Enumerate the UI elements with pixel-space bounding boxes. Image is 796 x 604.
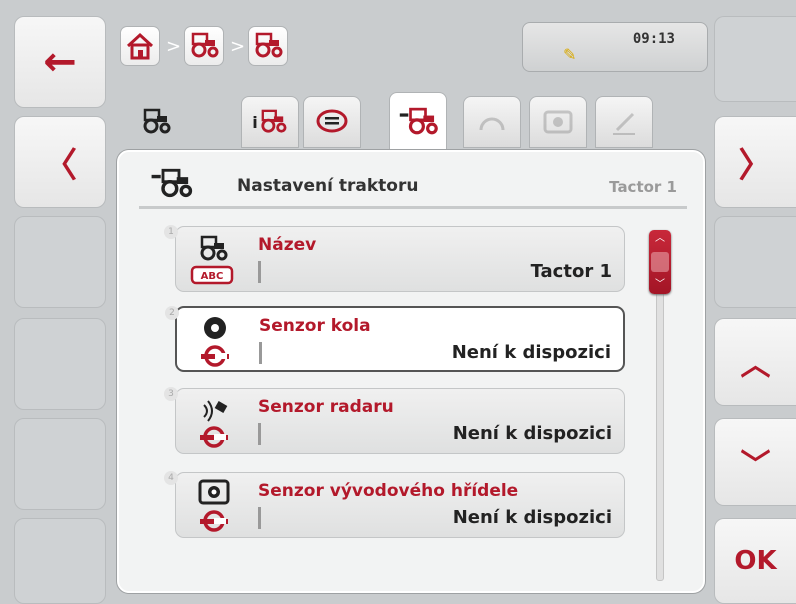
pto-icon: [543, 110, 573, 134]
back-button[interactable]: ←: [14, 16, 106, 108]
tractor-icon: [143, 108, 171, 134]
panel-header: Nastavení traktoru Tactor 1: [139, 166, 687, 209]
tractor-breadcrumb[interactable]: [184, 26, 224, 66]
header-bar: > > ✎ 09:13: [110, 14, 710, 84]
list-item-wheel-sensor[interactable]: 2 Senzor kola Není k dispozici: [165, 306, 625, 372]
tab-tractor-info[interactable]: i: [241, 96, 299, 148]
tractor-name-label: Tactor 1: [609, 178, 677, 196]
left-softkey-5[interactable]: [14, 418, 106, 510]
connection-icon: ✎: [563, 45, 577, 64]
row-label: Název: [258, 235, 317, 255]
left-softkey-4[interactable]: [14, 318, 106, 410]
tab-tractor[interactable]: [127, 96, 185, 148]
tractor-settings-icon: [151, 168, 193, 198]
row-label: Senzor vývodového hřídele: [258, 481, 519, 501]
row-value: Není k dispozici: [452, 423, 612, 444]
scroll-up-mark-icon: ︿: [655, 233, 665, 244]
tab-gauge[interactable]: [463, 96, 521, 148]
tractor-icon: [261, 109, 287, 133]
ok-button[interactable]: OK: [714, 518, 796, 604]
list-item-radar-sensor[interactable]: 3 Senzor radaru Není k dispozici: [164, 387, 625, 454]
speech-bubble-icon: [316, 109, 348, 133]
scroll-down-button[interactable]: ﹀: [714, 418, 796, 506]
breadcrumb-separator: >: [166, 36, 182, 57]
row-value: Není k dispozici: [452, 507, 612, 528]
left-softkey-3[interactable]: [14, 216, 106, 308]
right-softkey-3[interactable]: [714, 216, 796, 308]
tractor-settings-icon: [399, 107, 438, 135]
tab-edit[interactable]: [595, 96, 653, 148]
right-softkey-1[interactable]: [714, 16, 796, 102]
row-number: 4: [164, 471, 178, 485]
back-arrow-icon: ←: [43, 39, 77, 85]
svg-text:ABC: ABC: [201, 271, 224, 282]
pencil-icon: [613, 112, 635, 135]
scroll-down-mark-icon: ﹀: [655, 279, 665, 290]
tractor-settings-breadcrumb[interactable]: [248, 26, 288, 66]
ok-label: OK: [734, 546, 777, 576]
next-button[interactable]: 〉: [714, 116, 796, 208]
previous-button[interactable]: 〈: [14, 116, 106, 208]
radar-sensor-icon: [186, 395, 242, 449]
tab-pto[interactable]: [529, 96, 587, 148]
row-value: Tactor 1: [530, 261, 612, 282]
page-title: Nastavení traktoru: [237, 176, 419, 196]
row-divider: [258, 423, 261, 445]
home-breadcrumb[interactable]: [120, 26, 160, 66]
status-clock: ✎ 09:13: [522, 22, 708, 72]
tab-comments[interactable]: [303, 96, 361, 148]
tab-tractor-settings[interactable]: [389, 92, 447, 152]
pto-sensor-icon: [186, 479, 242, 533]
row-value: Není k dispozici: [451, 342, 611, 363]
row-divider: [258, 507, 261, 529]
clock-time: 09:13: [632, 31, 675, 47]
row-number: 3: [164, 387, 178, 401]
tractor-icon: [191, 32, 219, 58]
tab-bar: i: [117, 88, 709, 152]
list-item-pto-sensor[interactable]: 4 Senzor vývodového hřídele Není k dispo…: [164, 471, 625, 538]
tractor-settings-icon: [255, 32, 283, 58]
gauge-icon: [479, 117, 505, 131]
home-icon: [126, 32, 154, 60]
breadcrumb-separator: >: [230, 36, 246, 57]
row-divider: [259, 342, 262, 364]
chevron-down-icon: ﹀: [740, 448, 771, 483]
chevron-left-icon: 〈: [43, 145, 77, 186]
wheel-sensor-icon: [187, 314, 243, 368]
list-item-name[interactable]: 1 ABC Název Tactor 1: [164, 225, 625, 292]
row-label: Senzor kola: [259, 316, 371, 336]
tractor-abc-icon: ABC: [186, 233, 242, 287]
row-label: Senzor radaru: [258, 397, 394, 417]
row-number: 2: [165, 306, 179, 320]
row-number: 1: [164, 225, 178, 239]
scrollbar-thumb[interactable]: ︿ ﹀: [649, 230, 671, 294]
settings-panel: Nastavení traktoru Tactor 1 1 ABC Název …: [117, 150, 705, 593]
chevron-up-icon: ︿: [740, 348, 771, 383]
scrollbar-grip: [651, 252, 669, 272]
chevron-right-icon: 〉: [738, 145, 773, 186]
left-softkey-6[interactable]: [14, 518, 106, 604]
scroll-up-button[interactable]: ︿: [714, 318, 796, 406]
row-divider: [258, 261, 261, 283]
